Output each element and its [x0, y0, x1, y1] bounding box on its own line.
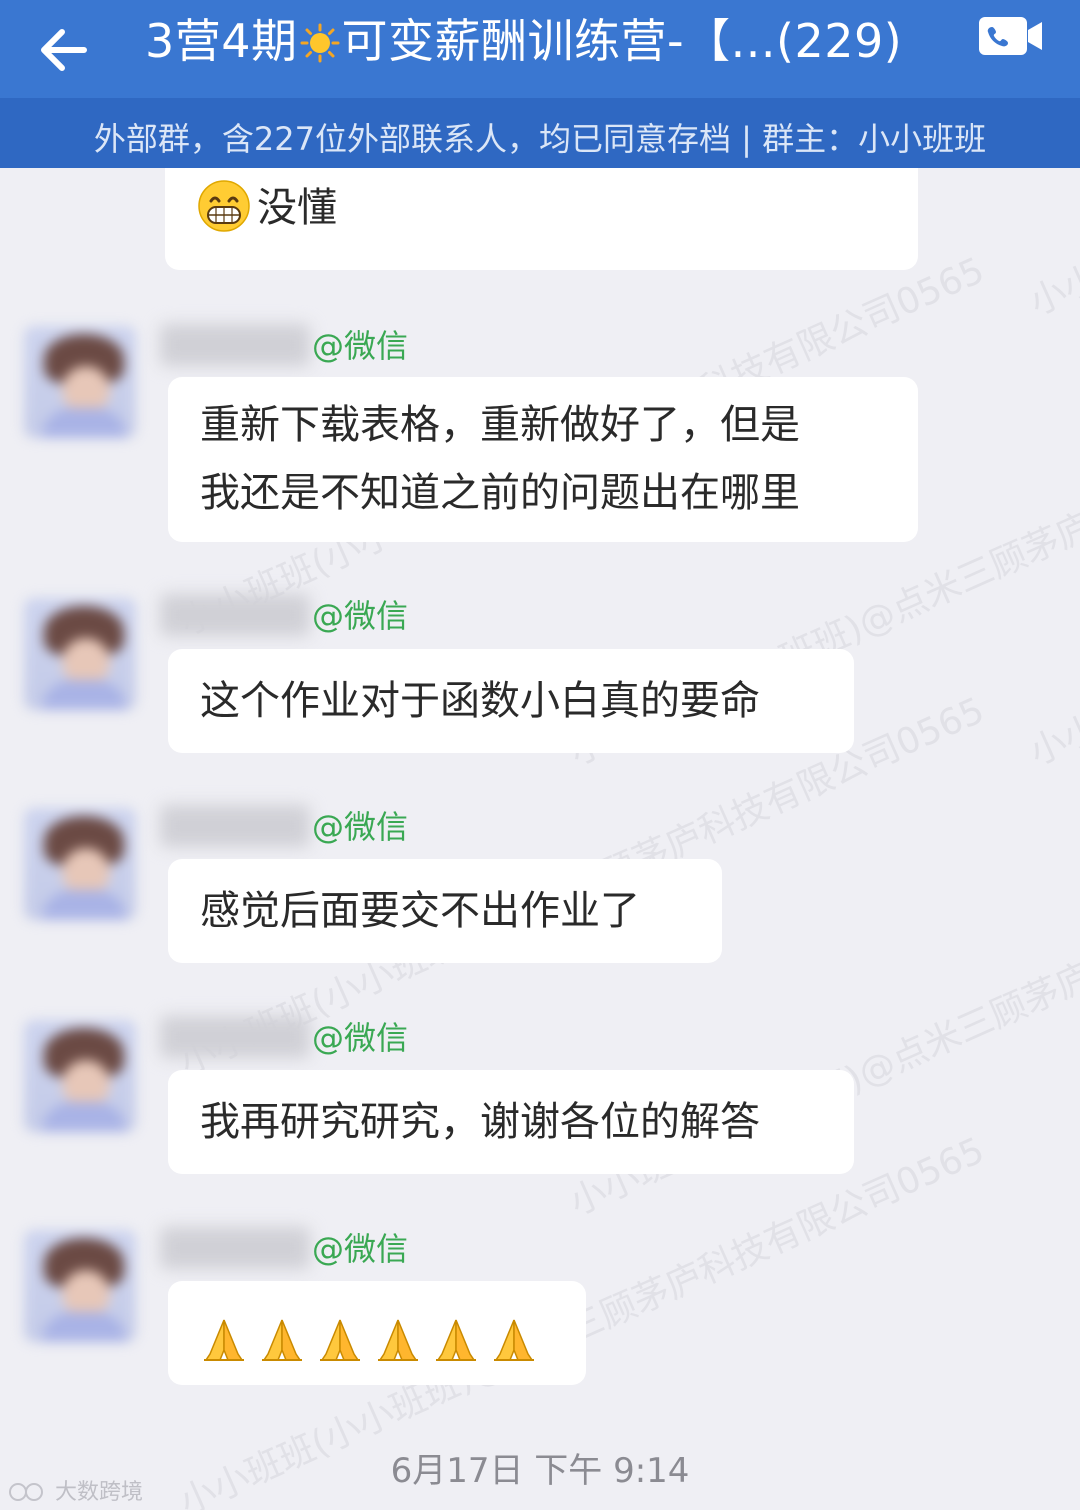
message-bubble[interactable]: 重新下载表格，重新做好了，但是 我还是不知道之前的问题出在哪里	[168, 377, 918, 542]
folded-hands-emoji-icon	[378, 1319, 418, 1361]
chat-title[interactable]: 3营4期 可变薪酬训练营-【...(229)	[145, 10, 902, 72]
avatar[interactable]	[24, 326, 136, 438]
message-bubble[interactable]: 感觉后面要交不出作业了	[168, 859, 722, 963]
sender-name-blurred	[160, 594, 310, 636]
wechat-tag: @微信	[312, 1019, 409, 1057]
message-bubble[interactable]: 我再研究研究，谢谢各位的解答	[168, 1070, 854, 1174]
chat-header: 3营4期 可变薪酬训练营-【...(229)	[0, 0, 1080, 98]
folded-hands-emoji-icon	[494, 1319, 534, 1361]
chat-title-suffix: 可变薪酬训练营-【...(229)	[341, 14, 903, 68]
sender-name-blurred	[160, 1016, 310, 1058]
sender-name-blurred	[160, 324, 310, 366]
sender-name-blurred	[160, 1227, 310, 1269]
timestamp: 6月17日 下午 9:14	[390, 1451, 690, 1491]
chat-area[interactable]: 小小班班(小小班班)@点米三顾茅庐科技有限公司0565 小小班班(小小班班)@点…	[0, 168, 1080, 1510]
message-bubble[interactable]: 没懂	[165, 168, 918, 270]
message-bubble[interactable]: 这个作业对于函数小白真的要命	[168, 649, 854, 753]
wechat-tag: @微信	[312, 1230, 409, 1268]
video-call-icon[interactable]	[978, 16, 1044, 56]
watermark: 小小班班(小小班班)@点米三顾茅庐科技有限公司0565	[1020, 168, 1080, 326]
emoji-row	[200, 1319, 548, 1366]
wechat-tag: @微信	[312, 597, 409, 635]
group-info-text: 外部群，含227位外部联系人，均已同意存档 | 群主：小小班班	[93, 120, 987, 158]
back-arrow-icon[interactable]	[34, 20, 94, 80]
message-text: 没懂	[257, 185, 337, 231]
folded-hands-emoji-icon	[204, 1319, 244, 1361]
group-info-bar[interactable]: 外部群，含227位外部联系人，均已同意存档 | 群主：小小班班	[0, 98, 1080, 168]
avatar[interactable]	[24, 598, 136, 710]
grinning-face-emoji-icon	[198, 180, 250, 232]
avatar[interactable]	[24, 808, 136, 920]
folded-hands-emoji-icon	[262, 1319, 302, 1361]
sun-emoji-icon	[300, 23, 340, 63]
message-text: 感觉后面要交不出作业了	[200, 888, 640, 934]
folded-hands-emoji-icon	[436, 1319, 476, 1361]
wechat-tag: @微信	[312, 327, 409, 365]
avatar[interactable]	[24, 1020, 136, 1132]
message-text-line: 我还是不知道之前的问题出在哪里	[200, 470, 800, 516]
brand-text: 大数跨境	[55, 1480, 144, 1505]
message-text-line: 重新下载表格，重新做好了，但是	[200, 402, 800, 448]
message-bubble[interactable]	[168, 1281, 586, 1385]
message-text: 我再研究研究，谢谢各位的解答	[200, 1099, 760, 1145]
chat-title-prefix: 3营4期	[145, 14, 298, 68]
folded-hands-emoji-icon	[320, 1319, 360, 1361]
avatar[interactable]	[24, 1230, 136, 1342]
brand-watermark: 大数跨境	[8, 1474, 143, 1506]
message-text: 这个作业对于函数小白真的要命	[200, 678, 760, 724]
brand-logo-icon	[9, 1483, 43, 1501]
wechat-tag: @微信	[312, 808, 409, 846]
sender-name-blurred	[160, 805, 310, 847]
